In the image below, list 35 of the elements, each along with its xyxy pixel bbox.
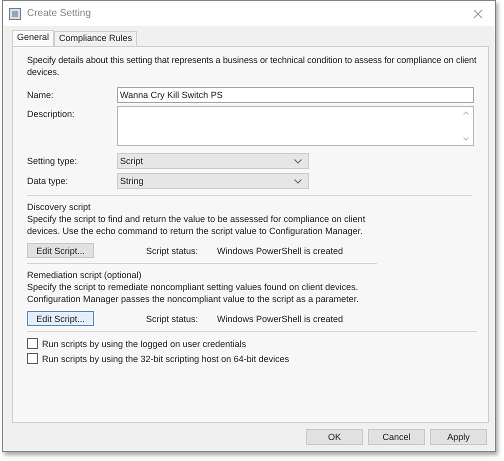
status-value: Windows PowerShell is created xyxy=(217,246,344,256)
name-field[interactable]: Wanna Cry Kill Switch PS xyxy=(117,87,474,103)
section-title: Remediation script (optional) xyxy=(27,269,143,281)
section-description: Specify the script to find and return the value to be assessed for compliance on client devices. Use the echo command to return the script value to Configuration Manager. xyxy=(27,213,366,237)
section-description: Specify the script to remediate noncompliant setting values found on client devices. Configuration Manager passes the noncompliant value to the script as a parameter. xyxy=(27,281,360,305)
dropdown[interactable]: String xyxy=(117,173,309,189)
chevron-icon xyxy=(294,158,302,164)
status-label: Script status: xyxy=(146,314,200,324)
checkbox-label: Run scripts by using the logged on user credentials xyxy=(42,338,246,348)
intro-text: Specify details about this setting that represents a business or technical condition to assess for compliance on client devices. xyxy=(27,54,478,78)
status-value: Windows PowerShell is created xyxy=(217,314,344,324)
edit-script-button[interactable]: Edit Script... xyxy=(27,311,94,326)
dropdown[interactable]: Script xyxy=(117,153,309,169)
field-label: Name: xyxy=(27,90,55,100)
dialog-button[interactable]: Apply xyxy=(430,429,487,445)
scroll-up-icon[interactable] xyxy=(462,111,468,115)
checkbox[interactable] xyxy=(27,338,38,349)
edit-script-button[interactable]: Edit Script... xyxy=(27,243,94,258)
description-field[interactable] xyxy=(117,106,474,146)
field-label: Data type: xyxy=(27,176,70,186)
status-label: Script status: xyxy=(146,246,200,256)
dialog-button[interactable]: OK xyxy=(306,429,363,445)
checkbox-label: Run scripts by using the 32-bit scripting host on 64-bit devices xyxy=(42,354,290,364)
checkbox[interactable] xyxy=(27,353,38,364)
chevron-icon xyxy=(294,178,302,184)
field-label: Setting type: xyxy=(27,156,78,166)
dialog-button[interactable]: Cancel xyxy=(368,429,425,445)
tab[interactable]: Compliance Rules xyxy=(54,31,138,46)
close-icon[interactable] xyxy=(473,8,483,18)
window-title: Create Setting xyxy=(27,8,92,19)
tab[interactable]: General xyxy=(12,30,54,46)
scroll-down-icon[interactable] xyxy=(462,137,468,141)
field-label: Description: xyxy=(27,109,76,119)
section-title: Discovery script xyxy=(27,201,92,213)
app-icon xyxy=(9,8,21,20)
